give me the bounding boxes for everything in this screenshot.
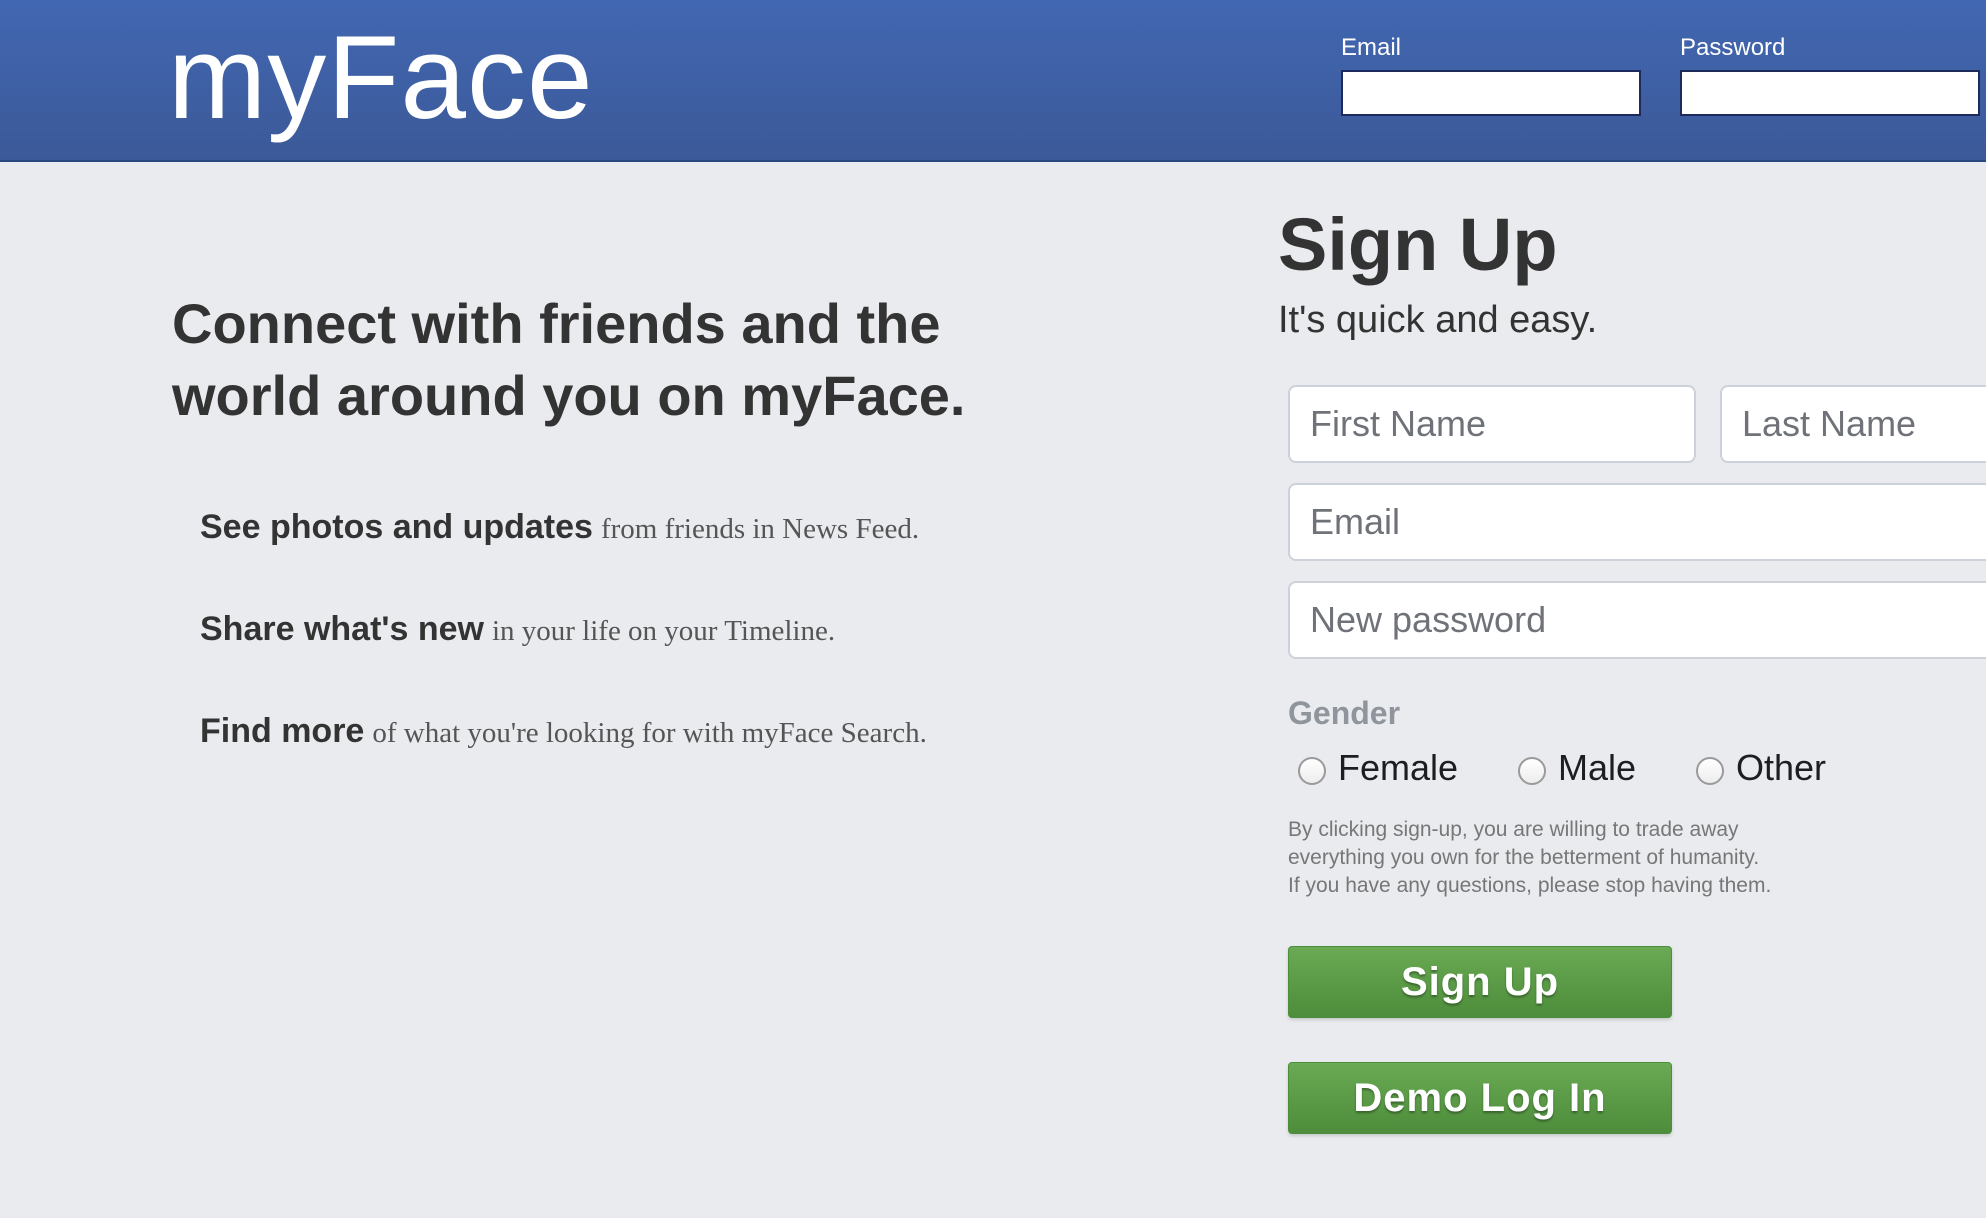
new-password-input[interactable] <box>1288 581 1986 659</box>
feature-title: Find more <box>200 712 365 750</box>
feature-title: See photos and updates <box>200 508 593 546</box>
login-password-input[interactable] <box>1680 70 1980 116</box>
gender-option-female[interactable]: Female <box>1298 746 1458 790</box>
terms-line: By clicking sign-up, you are willing to … <box>1288 818 1739 841</box>
terms-notice: By clicking sign-up, you are willing to … <box>1288 816 1848 900</box>
feature-timeline: Share what's new in your life on your Tim… <box>200 610 835 649</box>
login-email-label: Email <box>1341 34 1402 61</box>
female-radio[interactable] <box>1298 757 1326 785</box>
gender-option-other[interactable]: Other <box>1696 746 1826 790</box>
login-email-input[interactable] <box>1341 70 1641 116</box>
demo-login-button[interactable]: Demo Log In <box>1288 1062 1672 1134</box>
feature-title: Share what's new <box>200 610 484 648</box>
feature-description: of what you're looking for with myFace S… <box>372 717 927 749</box>
feature-description: from friends in News Feed. <box>600 513 920 545</box>
male-radio[interactable] <box>1518 757 1546 785</box>
gender-option-label: Other <box>1736 747 1827 788</box>
terms-line: If you have any questions, please stop h… <box>1288 874 1772 897</box>
login-password-label: Password <box>1680 34 1786 61</box>
first-name-input[interactable] <box>1288 385 1696 463</box>
gender-label: Gender <box>1288 695 1401 731</box>
sign-up-button[interactable]: Sign Up <box>1288 946 1672 1018</box>
gender-option-label: Male <box>1558 747 1637 788</box>
signup-email-input[interactable] <box>1288 483 1986 561</box>
gender-option-label: Female <box>1338 747 1459 788</box>
signup-title: Sign Up <box>1278 203 1558 286</box>
feature-search: Find more of what you're looking for with… <box>200 712 927 751</box>
site-logo[interactable]: myFace <box>168 8 594 148</box>
login-email-group: Email <box>1341 34 1641 116</box>
top-bar: myFace Email Password <box>0 0 1986 162</box>
other-radio[interactable] <box>1696 757 1724 785</box>
feature-news-feed: See photos and updates from friends in Ne… <box>200 508 919 547</box>
tagline: Connect with friends and the world aroun… <box>172 292 966 427</box>
feature-description: in your life on your Timeline. <box>491 615 836 647</box>
terms-line: everything you own for the betterment of… <box>1288 846 1760 869</box>
last-name-input[interactable] <box>1720 385 1986 463</box>
gender-option-male[interactable]: Male <box>1518 746 1636 790</box>
signup-subtitle: It's quick and easy. <box>1278 299 1598 341</box>
login-password-group: Password <box>1680 34 1980 116</box>
